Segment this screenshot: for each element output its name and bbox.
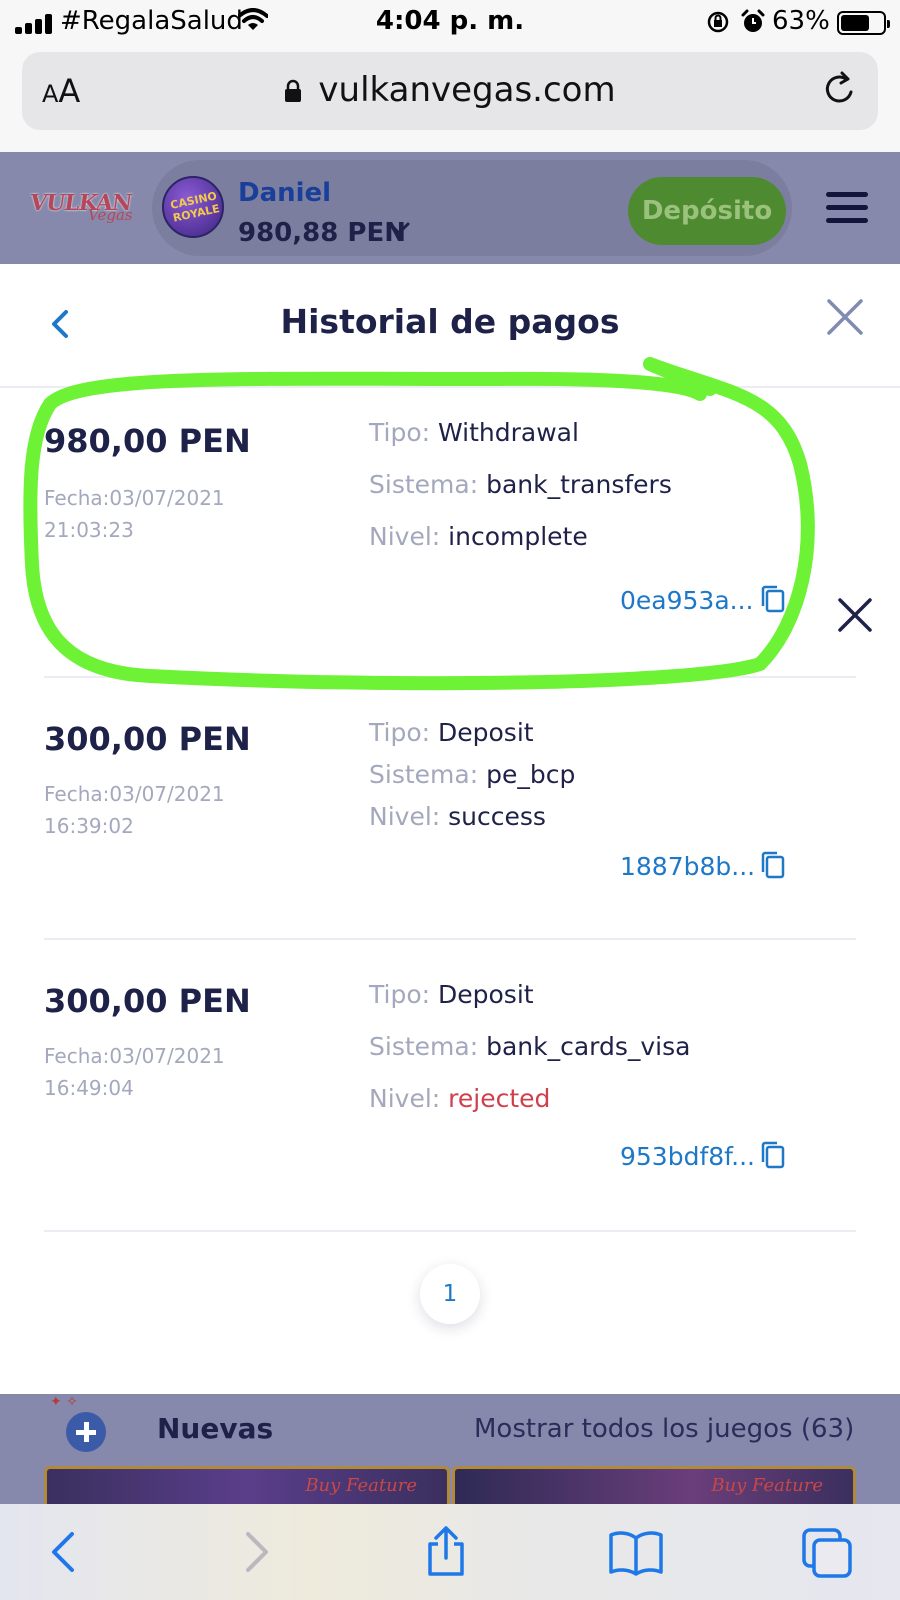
user-name: Daniel xyxy=(238,178,332,208)
transaction-status: Nivel: incomplete xyxy=(369,522,588,551)
rotation-lock-icon xyxy=(707,11,729,33)
url-display[interactable]: vulkanvegas.com xyxy=(22,70,878,110)
tabs-icon[interactable] xyxy=(800,1526,856,1578)
transaction-id-link[interactable]: 953bdf8f... xyxy=(620,1142,755,1171)
copy-icon[interactable] xyxy=(760,584,786,614)
alarm-icon xyxy=(741,9,765,32)
transaction-id-link[interactable]: 1887b8b... xyxy=(620,852,755,881)
battery-percentage: 63% xyxy=(772,6,830,36)
deposit-button[interactable]: Depósito xyxy=(628,177,786,245)
transaction-id-link[interactable]: 0ea953a... xyxy=(620,586,753,615)
cancel-withdrawal-close-icon[interactable] xyxy=(838,598,872,632)
bookmarks-icon[interactable] xyxy=(608,1526,664,1578)
lock-icon xyxy=(285,79,302,102)
chevron-down-icon[interactable] xyxy=(388,222,410,236)
transaction-row: 980,00 PEN Fecha:03/07/2021 21:03:23 Tip… xyxy=(44,388,856,678)
casino-royale-badge-icon: CASINO ROYALE xyxy=(162,176,224,238)
battery-icon xyxy=(837,11,890,35)
new-games-plus-icon xyxy=(66,1412,106,1452)
transaction-amount: 300,00 PEN xyxy=(44,982,251,1020)
share-icon[interactable] xyxy=(418,1526,474,1578)
site-header: VULKAN Vegas CASINO ROYALE Daniel 980,88… xyxy=(0,152,900,264)
logo-script: Vegas xyxy=(88,206,133,224)
back-arrow-icon[interactable] xyxy=(36,1526,92,1578)
modal-header: Historial de pagos xyxy=(0,264,900,388)
game-thumbnail[interactable]: Buy Feature xyxy=(452,1466,856,1506)
transaction-status: Nivel: rejected xyxy=(369,1084,551,1113)
vulkan-vegas-logo[interactable]: VULKAN Vegas xyxy=(28,184,135,228)
pagination-page-button[interactable]: 1 xyxy=(420,1264,480,1324)
game-thumbnail[interactable]: Buy Feature xyxy=(44,1466,450,1506)
transaction-date: Fecha:03/07/2021 21:03:23 xyxy=(44,486,225,542)
transaction-type: Tipo: Deposit xyxy=(369,980,534,1009)
reload-icon[interactable] xyxy=(822,70,856,108)
transaction-row: 300,00 PEN Fecha:03/07/2021 16:39:02 Tip… xyxy=(44,678,856,940)
transaction-amount: 980,00 PEN xyxy=(44,422,251,460)
url-field[interactable]: AA vulkanvegas.com xyxy=(22,52,878,130)
forward-arrow-icon[interactable] xyxy=(228,1526,284,1578)
browser-address-bar: AA vulkanvegas.com xyxy=(0,46,900,152)
payment-history-modal: Historial de pagos 980,00 PEN Fecha:03/0… xyxy=(0,264,900,1394)
status-bar: #RegalaSalud 4:04 p. m. 63% xyxy=(0,0,900,46)
modal-title: Historial de pagos xyxy=(280,302,620,341)
section-title: Nuevas xyxy=(157,1412,274,1445)
show-all-games-link[interactable]: Mostrar todos los juegos (63) xyxy=(474,1414,854,1444)
transaction-row: 300,00 PEN Fecha:03/07/2021 16:49:04 Tip… xyxy=(44,940,856,1232)
user-account-pill[interactable]: CASINO ROYALE Daniel 980,88 PEN Depósito xyxy=(152,160,792,256)
hamburger-menu-icon[interactable] xyxy=(826,192,868,224)
transaction-type: Tipo: Withdrawal xyxy=(369,418,579,447)
transaction-system: Sistema: pe_bcp xyxy=(369,760,576,789)
user-balance: 980,88 PEN xyxy=(238,218,406,248)
browser-toolbar xyxy=(0,1504,900,1600)
url-text: vulkanvegas.com xyxy=(318,70,616,110)
copy-icon[interactable] xyxy=(760,850,786,880)
transaction-date: Fecha:03/07/2021 16:39:02 xyxy=(44,782,225,838)
sparkle-icon: ✦ ✧ xyxy=(50,1394,78,1410)
copy-icon[interactable] xyxy=(760,1140,786,1170)
row-divider xyxy=(44,1230,856,1232)
transaction-amount: 300,00 PEN xyxy=(44,720,251,758)
new-games-section: ✦ ✧ Nuevas Mostrar todos los juegos (63)… xyxy=(0,1394,900,1506)
transaction-type: Tipo: Deposit xyxy=(369,718,534,747)
transaction-system: Sistema: bank_cards_visa xyxy=(369,1032,691,1061)
transaction-status: Nivel: success xyxy=(369,802,546,831)
close-icon[interactable] xyxy=(826,298,864,336)
transaction-date: Fecha:03/07/2021 16:49:04 xyxy=(44,1044,225,1100)
transaction-system: Sistema: bank_transfers xyxy=(369,470,672,499)
